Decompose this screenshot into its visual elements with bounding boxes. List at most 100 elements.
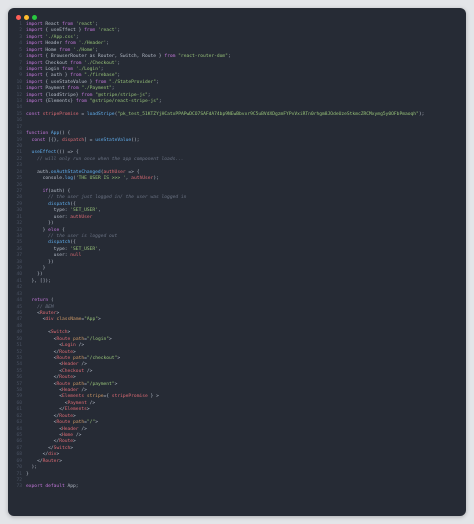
code-token: Login [61, 343, 76, 349]
code-token: < [26, 388, 62, 394]
code-token: authUser [131, 176, 154, 182]
code-token: from [70, 73, 82, 79]
code-token: console. [26, 176, 65, 182]
code-token: > [86, 407, 90, 413]
close-window-icon[interactable] [16, 15, 21, 20]
code-token: log [64, 176, 74, 182]
code-token: /> [86, 400, 96, 406]
code-token: </ [26, 439, 60, 445]
code-token: dispatch [48, 240, 71, 246]
code-token: Header [61, 426, 79, 432]
code-token: [{}, [45, 137, 62, 143]
code-token: user: [26, 253, 71, 259]
code-token: Login [42, 66, 62, 72]
code-token: App [48, 131, 60, 137]
code-token: ; [156, 79, 159, 85]
code-token: "App" [84, 317, 98, 323]
code-token: Home [61, 433, 74, 438]
code-token: Home [42, 47, 60, 53]
code-token: 'SET_USER' [70, 246, 98, 252]
code-token: > [73, 413, 76, 419]
minimize-window-icon[interactable] [24, 15, 29, 20]
code-token: { BrowserRouter as Router, Switch, Route… [42, 54, 165, 60]
code-token: /> [75, 343, 85, 349]
code-token: import [26, 41, 43, 47]
line-content: console.log('THE USER IS >>> ', authUser… [26, 176, 159, 182]
code-token: './Login' [73, 66, 101, 72]
code-token: "@stripe/stripe-js" [92, 92, 148, 98]
code-token: ; [75, 34, 79, 40]
code-token: // BEM [26, 304, 54, 310]
code-token: from [61, 66, 74, 72]
code-token: from [75, 99, 87, 105]
code-token: < [26, 426, 62, 432]
code-token: ; [117, 60, 121, 66]
code-token: else [48, 227, 60, 233]
code-token: import [26, 28, 43, 34]
code-token: } [26, 266, 46, 272]
code-token: function [26, 131, 49, 137]
code-token: </ [26, 445, 54, 451]
line-content: // will only run once when the app compo… [26, 157, 184, 163]
code-token: /> [78, 426, 87, 432]
code-token: }, []); [26, 278, 51, 284]
code-token: {loadStripe} [42, 92, 82, 98]
code-token: path [70, 355, 85, 361]
code-token: from [67, 86, 79, 92]
code-token: const [31, 137, 46, 143]
line-content: } [26, 472, 29, 478]
code-line: 73 export default App; [8, 484, 466, 490]
code-token: user: [26, 214, 71, 220]
code-token: stripe [84, 394, 104, 400]
code-editor[interactable]: 1 import React from 'react'; 2 import { use… [8, 22, 466, 491]
code-token: from [59, 47, 71, 53]
code-token: { useStateValue } [42, 79, 96, 85]
code-token: stripePromise [39, 111, 79, 117]
code-token: path [70, 381, 85, 387]
code-token: auth. [26, 169, 51, 175]
code-window: 1 import React from 'react'; 2 import { use… [8, 8, 466, 516]
code-token: /> [73, 433, 82, 438]
line-content: const [{}, dispatch] = useStateValue(); [26, 138, 140, 144]
code-token: stripePromise [111, 394, 148, 400]
code-token: { useEffect } [42, 28, 85, 34]
code-token: , [97, 208, 101, 214]
code-token: ; [95, 47, 98, 53]
code-token: > [109, 336, 112, 342]
code-token: > [73, 439, 76, 445]
code-token: 'THE USER IS >>> ' [75, 176, 126, 182]
code-token: Route [59, 375, 74, 381]
code-token: from [70, 60, 82, 66]
code-token: './Checkout' [81, 60, 118, 66]
code-token: (auth) { [48, 188, 71, 194]
code-token: < [26, 317, 46, 323]
code-token: type: [26, 208, 71, 214]
line-content: <div className="App"> [26, 317, 101, 323]
maximize-window-icon[interactable] [32, 15, 37, 20]
code-token: Header [61, 362, 79, 368]
code-token: Checkout [61, 368, 85, 374]
line-content: }, []); [26, 279, 51, 285]
code-token: Payment [67, 400, 87, 406]
line-number: 73 [16, 484, 22, 490]
code-token: > [73, 349, 76, 355]
line-content: const stripePromise = loadStripe("pk_tes… [26, 112, 424, 118]
code-token: ; [158, 99, 162, 105]
code-token: < [26, 343, 62, 349]
code-token: "/" [86, 420, 96, 426]
code-token: "./Payment" [78, 86, 112, 92]
code-token: Route [56, 355, 71, 361]
code-token: ; [117, 73, 121, 79]
code-token: Route [59, 349, 74, 355]
code-token: > [59, 458, 62, 464]
code-token: "/checkout" [86, 355, 118, 361]
code-token: authUser [103, 169, 126, 175]
code-token: ; [95, 22, 98, 27]
code-token: './Header' [75, 41, 107, 47]
code-token: import [26, 92, 43, 98]
code-token: Switch [53, 445, 71, 451]
code-token: < [26, 310, 40, 316]
code-token: { [59, 227, 65, 233]
code-token: > [95, 420, 98, 426]
code-token: './App.css' [42, 34, 76, 40]
